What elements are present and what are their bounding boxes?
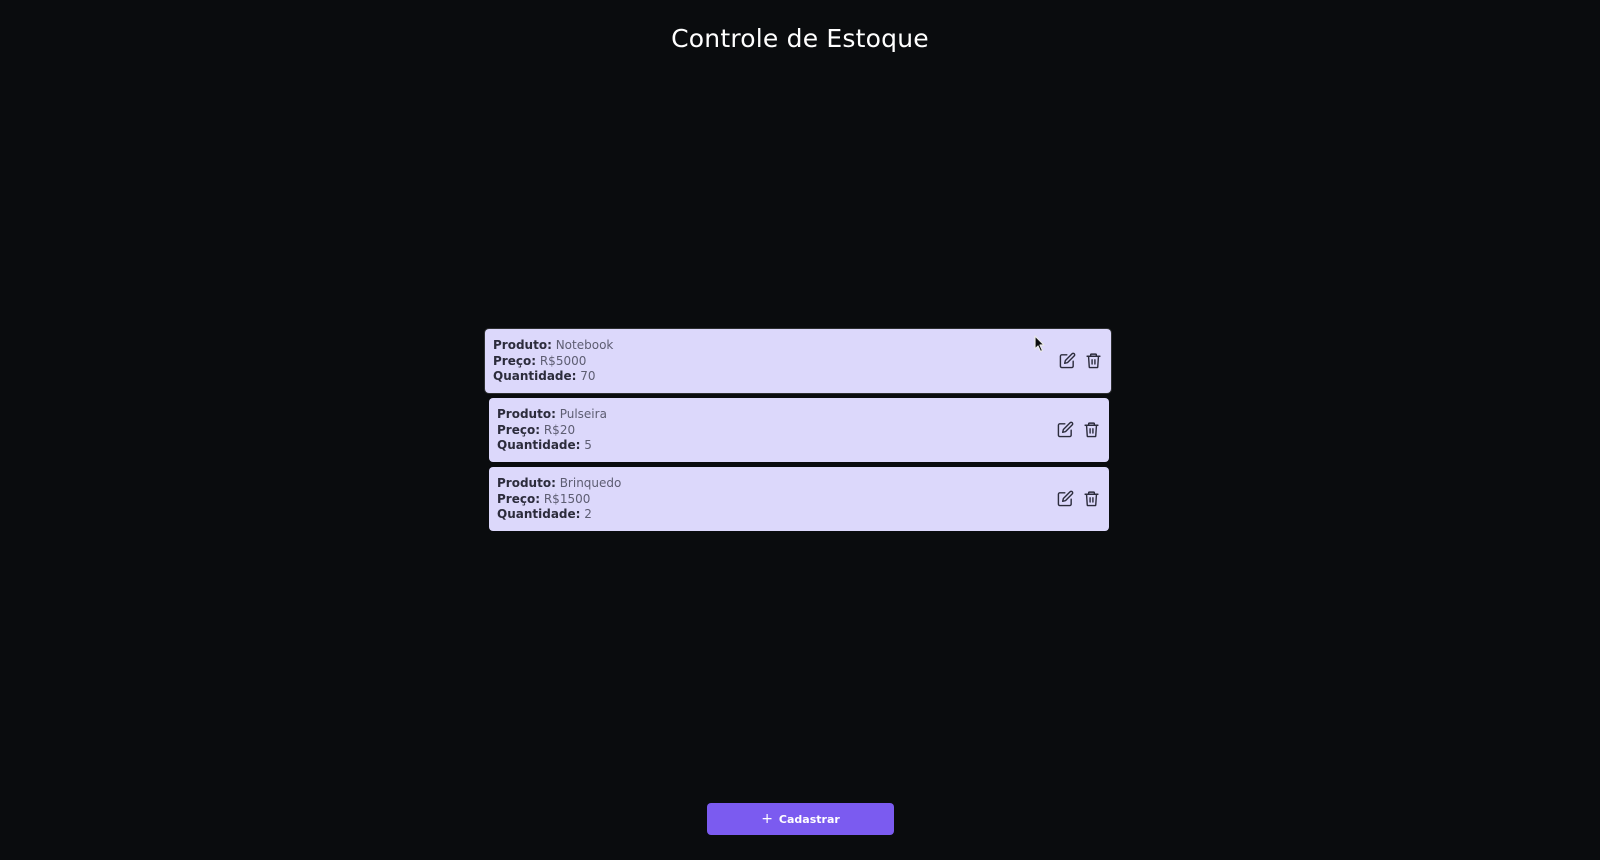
product-name-line: Produto: Notebook: [493, 338, 1103, 354]
card-actions: [1055, 488, 1101, 508]
edit-icon: [1057, 421, 1073, 437]
product-label: Produto:: [497, 407, 556, 421]
product-label: Produto:: [493, 338, 552, 352]
product-name-line: Produto: Brinquedo: [497, 476, 1101, 492]
page: Controle de Estoque Produto: Notebook Pr…: [0, 0, 1600, 860]
register-button-label: Cadastrar: [778, 812, 840, 826]
edit-button[interactable]: [1057, 350, 1077, 370]
trash-icon: [1083, 421, 1099, 437]
edit-icon: [1057, 490, 1073, 506]
delete-button[interactable]: [1083, 350, 1103, 370]
price-value: R$20: [543, 422, 576, 437]
edit-button[interactable]: [1055, 419, 1075, 439]
trash-icon: [1083, 490, 1099, 506]
card-actions: [1057, 350, 1103, 370]
price-value: R$5000: [539, 353, 587, 368]
price-label: Preço:: [497, 491, 541, 506]
register-button[interactable]: + Cadastrar: [707, 803, 894, 835]
product-value: Brinquedo: [559, 476, 622, 490]
mouse-cursor-icon: [1034, 335, 1045, 353]
price-value: R$1500: [543, 491, 591, 506]
edit-button[interactable]: [1055, 488, 1075, 508]
quantity-label: Quantidade:: [497, 507, 581, 521]
delete-button[interactable]: [1081, 488, 1101, 508]
product-quantity-line: Quantidade: 2: [497, 507, 1101, 523]
price-label: Preço:: [497, 422, 541, 437]
product-value: Pulseira: [559, 407, 607, 421]
product-card: Produto: Notebook Preço: R$5000 Quantida…: [485, 329, 1111, 393]
card-actions: [1055, 419, 1101, 439]
quantity-value: 70: [580, 369, 596, 383]
product-quantity-line: Quantidade: 70: [493, 369, 1103, 385]
plus-icon: +: [761, 811, 773, 827]
product-list: Produto: Notebook Preço: R$5000 Quantida…: [485, 329, 1114, 536]
product-label: Produto:: [497, 476, 556, 490]
product-price-line: Preço: R$20: [497, 423, 1101, 439]
quantity-label: Quantidade:: [497, 438, 581, 452]
price-label: Preço:: [493, 353, 537, 368]
product-card: Produto: Pulseira Preço: R$20 Quantidade…: [489, 398, 1109, 462]
quantity-value: 2: [584, 507, 592, 521]
product-price-line: Preço: R$5000: [493, 354, 1103, 370]
trash-icon: [1085, 352, 1101, 368]
product-name-line: Produto: Pulseira: [497, 407, 1101, 423]
quantity-label: Quantidade:: [493, 369, 577, 383]
quantity-value: 5: [584, 438, 592, 452]
product-value: Notebook: [555, 338, 614, 352]
product-card: Produto: Brinquedo Preço: R$1500 Quantid…: [489, 467, 1109, 531]
product-quantity-line: Quantidade: 5: [497, 438, 1101, 454]
page-title: Controle de Estoque: [671, 24, 929, 53]
delete-button[interactable]: [1081, 419, 1101, 439]
edit-icon: [1059, 352, 1075, 368]
product-price-line: Preço: R$1500: [497, 492, 1101, 508]
